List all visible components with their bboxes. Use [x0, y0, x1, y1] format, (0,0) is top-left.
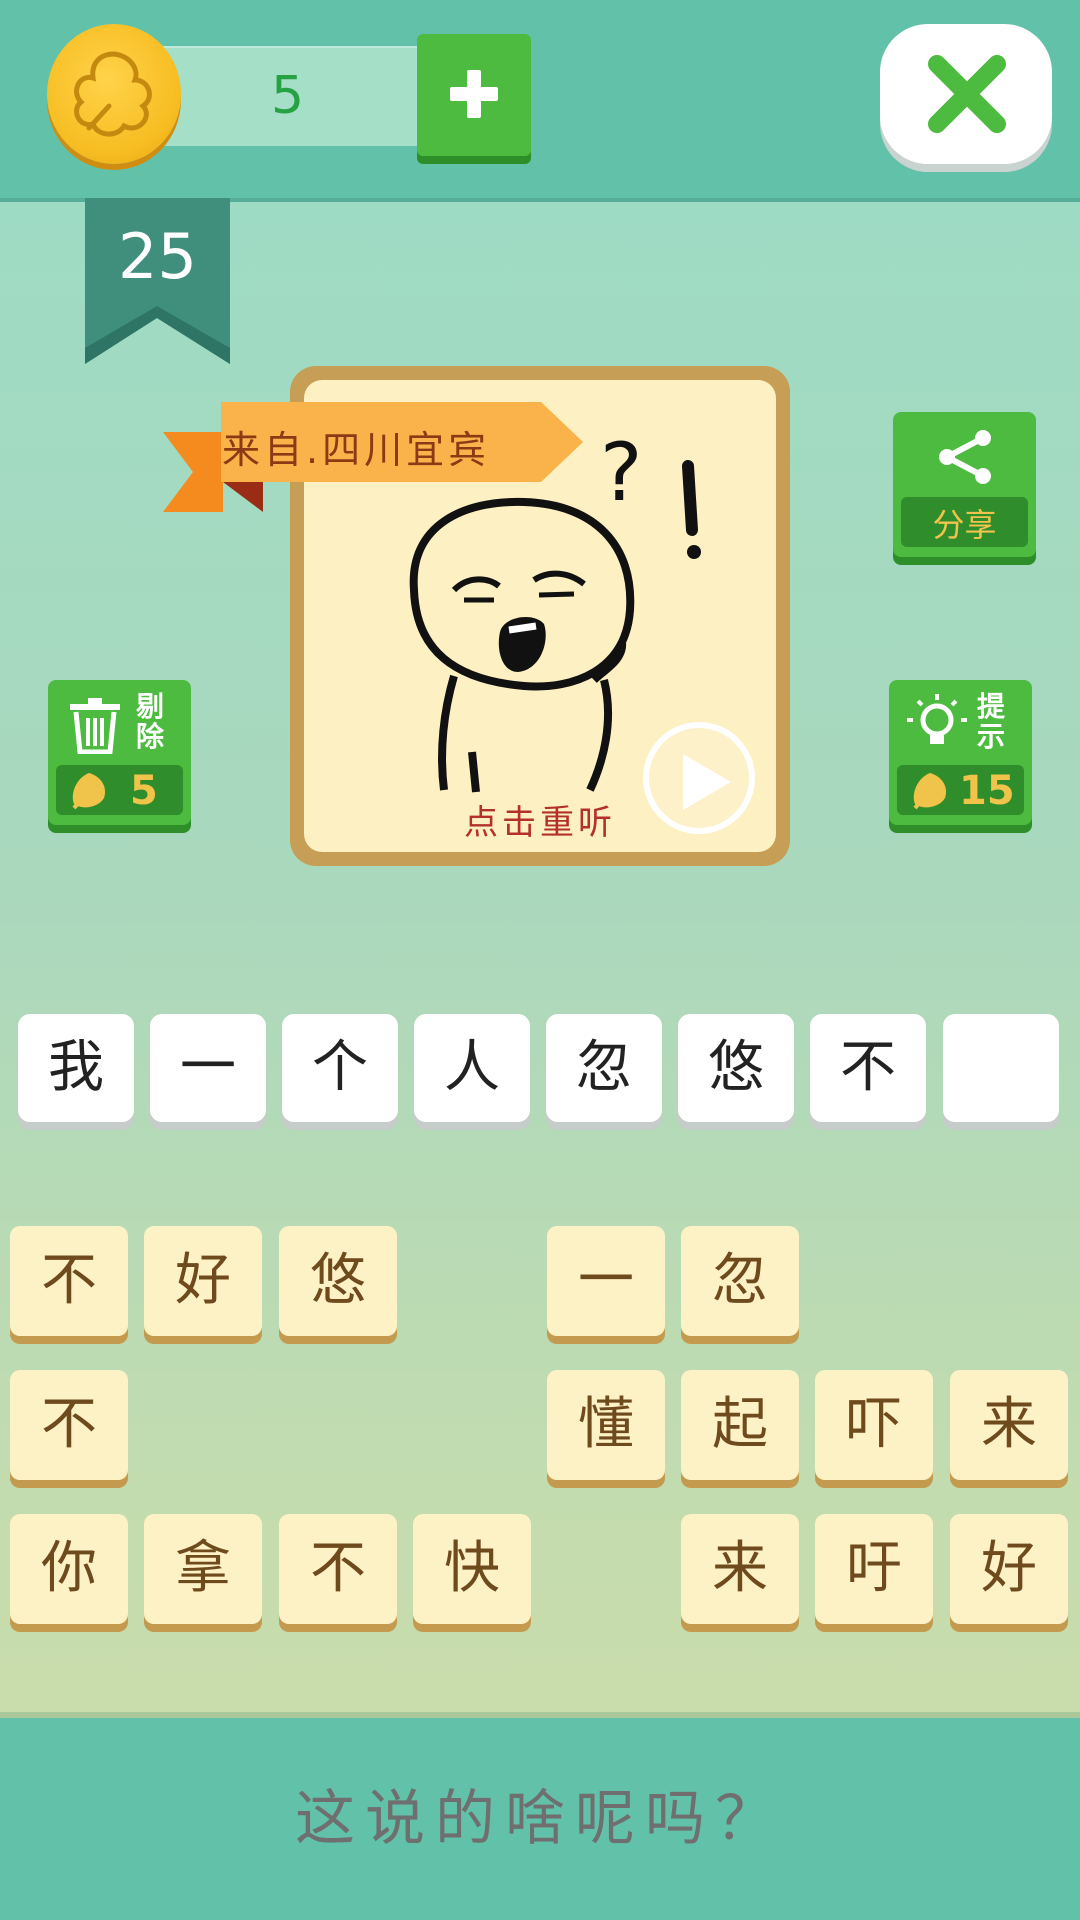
hint-label: 提示: [977, 690, 1006, 753]
origin-label: 来自.四川宜宾: [222, 428, 491, 472]
play-icon: [683, 754, 731, 810]
char-tile[interactable]: 来: [681, 1514, 799, 1624]
char-tile[interactable]: 不: [10, 1370, 128, 1480]
answer-slot[interactable]: 悠: [678, 1014, 794, 1122]
char-tile[interactable]: 吁: [815, 1514, 933, 1624]
char-tile[interactable]: 不: [10, 1226, 128, 1336]
char-tile[interactable]: 你: [10, 1514, 128, 1624]
remove-button[interactable]: 剔除 5: [48, 680, 191, 825]
answer-slot[interactable]: 人: [414, 1014, 530, 1122]
play-audio-button[interactable]: [643, 722, 755, 834]
remove-cost: 5: [130, 768, 158, 814]
char-tile[interactable]: 懂: [547, 1370, 665, 1480]
lightbulb-icon: [907, 694, 967, 744]
coin-count: 5: [270, 66, 305, 126]
level-number: 25: [118, 220, 197, 293]
answer-slot[interactable]: 不: [810, 1014, 926, 1122]
answer-slot[interactable]: 忽: [546, 1014, 662, 1122]
leaf-coin-icon: [72, 773, 106, 810]
answer-slot[interactable]: 个: [282, 1014, 398, 1122]
add-coins-button[interactable]: [417, 34, 531, 156]
coin-icon: [47, 24, 181, 164]
char-tile[interactable]: 好: [950, 1514, 1068, 1624]
trash-icon: [70, 698, 120, 754]
close-button[interactable]: [880, 24, 1052, 164]
char-tile[interactable]: 忽: [681, 1226, 799, 1336]
char-tile[interactable]: 拿: [144, 1514, 262, 1624]
leaf-coin-icon: [913, 773, 947, 810]
char-tile[interactable]: 来: [950, 1370, 1068, 1480]
char-tile[interactable]: 吓: [815, 1370, 933, 1480]
char-tile[interactable]: 好: [144, 1226, 262, 1336]
answer-slot[interactable]: 一: [150, 1014, 266, 1122]
svg-text:?: ?: [600, 426, 642, 519]
close-x-icon: [928, 55, 1006, 133]
remove-label: 剔除: [136, 690, 165, 753]
share-label: 分享: [932, 506, 997, 544]
hint-button[interactable]: 提示 15: [889, 680, 1032, 825]
char-tile[interactable]: 起: [681, 1370, 799, 1480]
hint-cost: 15: [959, 768, 1015, 814]
char-tile[interactable]: 悠: [279, 1226, 397, 1336]
question-text: 这说的啥呢吗？: [295, 1784, 785, 1854]
char-tile[interactable]: 不: [279, 1514, 397, 1624]
char-tile[interactable]: 快: [413, 1514, 531, 1624]
answer-slot[interactable]: 我: [18, 1014, 134, 1122]
share-icon: [939, 430, 991, 484]
char-tile[interactable]: 一: [547, 1226, 665, 1336]
answer-slot[interactable]: [943, 1014, 1059, 1122]
